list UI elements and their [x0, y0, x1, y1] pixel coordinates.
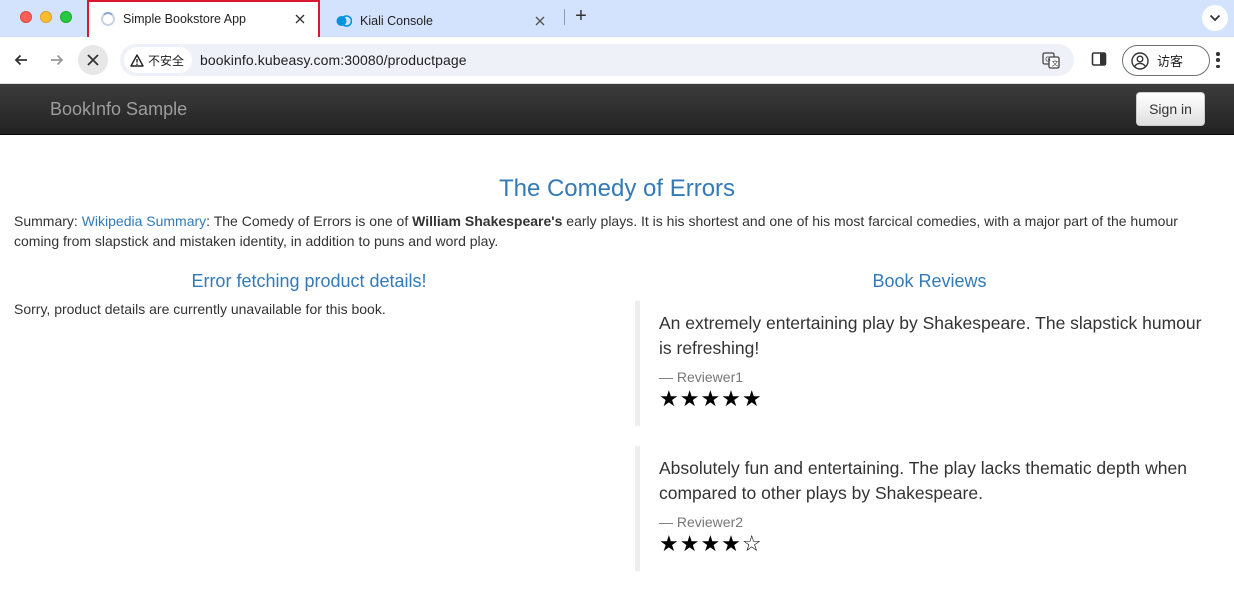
minimize-window-button[interactable]: [40, 11, 52, 23]
arrow-right-icon: [51, 54, 64, 66]
summary-prefix: Summary:: [14, 213, 82, 229]
reviews-heading: Book Reviews: [872, 271, 987, 291]
site-navbar: BookInfo Sample Sign in: [0, 84, 1234, 135]
review-item: An extremely entertaining play by Shakes…: [635, 301, 1215, 426]
new-tab-button[interactable]: +: [571, 6, 591, 27]
page-content: The Comedy of Errors Summary: Wikipedia …: [0, 135, 1234, 605]
reviewer-name: — Reviewer2: [659, 514, 744, 530]
reviewer-name: — Reviewer1: [659, 369, 744, 385]
stop-loading-button[interactable]: [78, 45, 108, 75]
warning-icon: [130, 53, 144, 67]
details-error-message: Sorry, product details are currently una…: [14, 301, 386, 317]
summary-text: : The Comedy of Errors is one of: [206, 213, 413, 229]
close-icon: [87, 54, 99, 66]
site-brand[interactable]: BookInfo Sample: [50, 99, 187, 120]
summary-author: William Shakespeare's: [412, 213, 563, 229]
back-button[interactable]: [8, 47, 34, 73]
browser-menu-icon[interactable]: [1210, 50, 1226, 70]
close-window-button[interactable]: [20, 11, 32, 23]
review-text: An extremely entertaining play by Shakes…: [659, 313, 1202, 358]
address-bar[interactable]: 不安全 bookinfo.kubeasy.com:30080/productpa…: [120, 44, 1074, 76]
url-text[interactable]: bookinfo.kubeasy.com:30080/productpage: [200, 52, 467, 68]
browser-tab-strip: Simple Bookstore App Kiali Console +: [0, 0, 1234, 40]
profile-label: 访客: [1157, 54, 1184, 69]
kiali-icon: [336, 14, 353, 27]
chevron-down-icon: [1209, 14, 1221, 22]
tab-title: Simple Bookstore App: [123, 12, 246, 26]
maximize-window-button[interactable]: [60, 11, 72, 23]
book-title: The Comedy of Errors: [498, 175, 736, 202]
close-tab-icon[interactable]: [292, 11, 308, 27]
svg-text:G: G: [1045, 57, 1050, 64]
book-summary: Summary: Wikipedia Summary: The Comedy o…: [14, 211, 1214, 251]
tab-simple-bookstore-app[interactable]: Simple Bookstore App: [87, 0, 320, 40]
forward-button[interactable]: [44, 47, 70, 73]
product-details-section: Error fetching product details! Sorry, p…: [14, 271, 604, 317]
sign-in-button[interactable]: Sign in: [1136, 92, 1205, 126]
account-icon: [1131, 51, 1149, 70]
close-tab-icon[interactable]: [532, 13, 548, 29]
translate-icon[interactable]: G文: [1042, 51, 1060, 69]
arrow-left-icon: [14, 54, 27, 66]
tab-kiali-console[interactable]: Kiali Console: [326, 4, 558, 37]
review-text: Absolutely fun and entertaining. The pla…: [659, 458, 1187, 503]
wikipedia-summary-link[interactable]: Wikipedia Summary: [82, 213, 206, 229]
svg-text:文: 文: [1052, 59, 1059, 68]
security-chip[interactable]: 不安全: [124, 47, 193, 73]
tab-title: Kiali Console: [360, 13, 433, 28]
side-panel-icon[interactable]: [1091, 51, 1107, 67]
star-rating: ★★★★★: [659, 386, 763, 411]
star-rating: ★★★★☆: [659, 531, 763, 556]
tab-search-button[interactable]: [1202, 5, 1228, 31]
book-reviews-section: Book Reviews An extremely entertaining p…: [625, 271, 1234, 571]
details-error-heading: Error fetching product details!: [191, 271, 427, 291]
tab-divider: [564, 9, 565, 25]
browser-toolbar: 不安全 bookinfo.kubeasy.com:30080/productpa…: [0, 37, 1234, 84]
loading-spinner-icon: [101, 12, 115, 26]
review-item: Absolutely fun and entertaining. The pla…: [635, 446, 1215, 571]
profile-button[interactable]: 访客: [1122, 45, 1210, 76]
security-label: 不安全: [148, 53, 185, 68]
